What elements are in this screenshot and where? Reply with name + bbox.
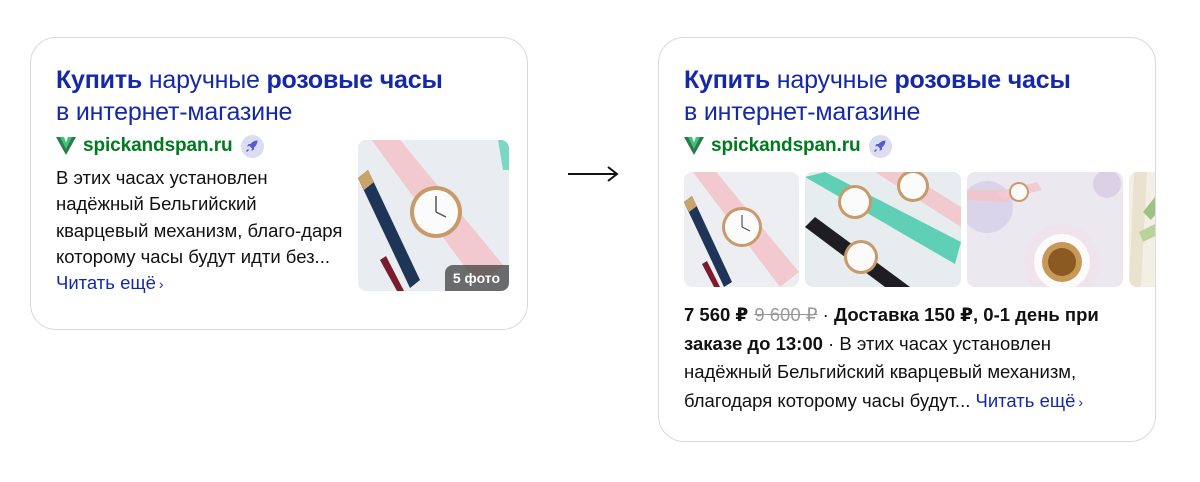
site-row: spickandspan.ru [684,134,892,158]
read-more-link[interactable]: Читать ещё › [56,272,164,293]
photo-count-badge: 5 фото [444,265,509,291]
result-snippet: В этих часах установлен надёжный Бельгий… [56,165,346,297]
rocket-badge-icon[interactable] [240,134,264,158]
gallery-image[interactable] [684,172,799,287]
chevron-right-icon: › [1078,393,1084,410]
v-logo-icon [684,137,704,155]
image-gallery[interactable] [684,172,1155,287]
result-snippet: 7 560 ₽9 600 ₽ · Доставка 150 ₽, 0-1 ден… [684,301,1139,416]
domain-link[interactable]: spickandspan.ru [83,135,233,157]
read-more-link[interactable]: Читать ещё › [976,390,1084,411]
search-result-card-after: Купить наручные розовые часы в интернет-… [658,37,1156,442]
chevron-right-icon: › [158,276,164,293]
result-title-link[interactable]: Купить наручные розовые часы в интернет-… [56,64,506,128]
gallery-image[interactable] [1129,172,1155,287]
arrow-right-icon [568,166,619,182]
domain-link[interactable]: spickandspan.ru [711,135,861,157]
rocket-badge-icon[interactable] [868,134,892,158]
site-row: spickandspan.ru [56,134,264,158]
v-logo-icon [56,137,76,155]
gallery-image[interactable] [805,172,961,287]
old-price: 9 600 ₽ [754,304,818,325]
result-title-link[interactable]: Купить наручные розовые часы в интернет-… [684,64,1134,128]
product-thumbnail[interactable]: 5 фото [358,140,509,291]
search-result-card-before: Купить наручные розовые часы в интернет-… [30,37,528,330]
gallery-image[interactable] [967,172,1123,287]
current-price: 7 560 ₽ [684,304,749,325]
